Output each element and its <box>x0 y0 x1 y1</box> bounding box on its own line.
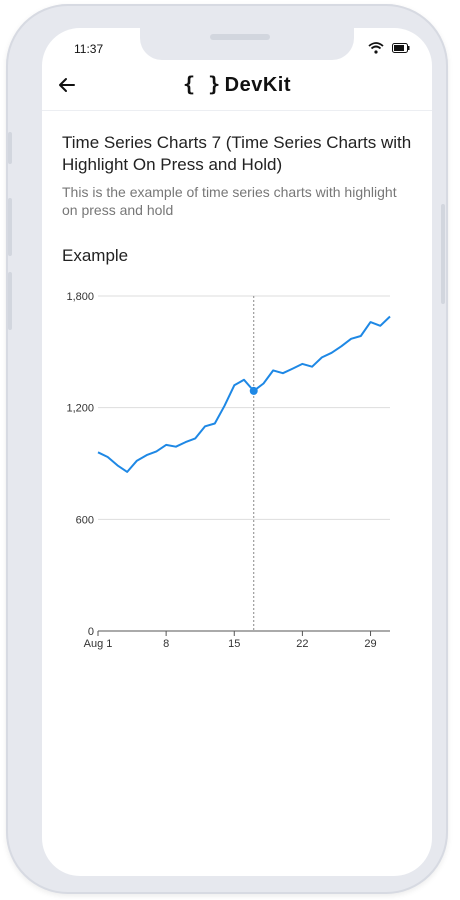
series-line <box>97 315 391 473</box>
speaker <box>210 34 270 40</box>
y-tick-label: 600 <box>76 514 94 526</box>
y-tick-label: 1,800 <box>66 291 94 303</box>
brand-name: DevKit <box>224 74 291 96</box>
power-button <box>441 204 445 304</box>
app-bar: { } DevKit <box>42 66 432 111</box>
brand-braces: { } <box>183 72 221 96</box>
highlight-point <box>249 386 258 395</box>
x-tick-label: 8 <box>163 638 169 650</box>
x-tick-label: 15 <box>228 638 240 650</box>
time-series-chart[interactable]: 0 600 1,200 1,800 Aug 1 8 15 22 29 <box>42 278 432 658</box>
status-icons <box>368 42 410 54</box>
section-label: Example <box>62 246 129 265</box>
screen: 11:37 { } DevKit Time Series Charts 7 (Ti <box>42 28 432 876</box>
page-content: Time Series Charts 7 (Time Series Charts… <box>62 132 412 266</box>
page-subtitle: This is the example of time series chart… <box>62 184 397 218</box>
page-title: Time Series Charts 7 (Time Series Charts… <box>62 133 412 174</box>
x-tick-label: 22 <box>296 638 308 650</box>
x-tick-label: Aug 1 <box>84 638 113 650</box>
y-tick-label: 0 <box>88 626 94 638</box>
notch <box>140 28 354 60</box>
status-time: 11:37 <box>74 42 104 56</box>
phone-frame: 11:37 { } DevKit Time Series Charts 7 (Ti <box>6 4 448 894</box>
y-tick-label: 1,200 <box>66 403 94 415</box>
side-button <box>8 132 12 164</box>
x-tick-label: 29 <box>364 638 376 650</box>
brand-logo: { } DevKit <box>42 72 432 97</box>
volume-up-button <box>8 198 12 256</box>
wifi-icon <box>368 42 384 54</box>
volume-down-button <box>8 272 12 330</box>
battery-icon <box>392 43 410 53</box>
